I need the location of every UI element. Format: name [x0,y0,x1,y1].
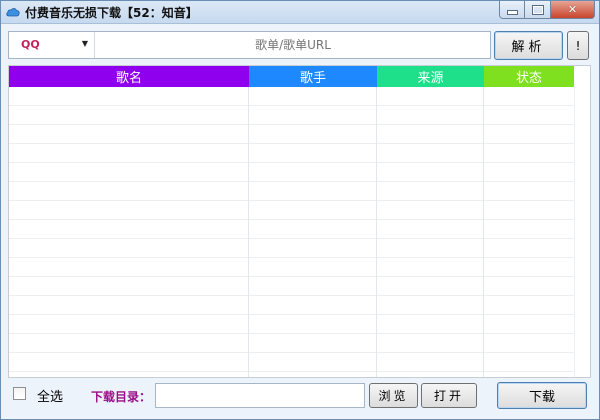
select-all-label[interactable]: 全选 [37,386,63,405]
maximize-button[interactable] [525,1,551,19]
download-button[interactable]: 下载 [497,382,587,409]
playlist-url-input[interactable] [96,32,490,58]
open-folder-button[interactable]: 打开 [421,383,477,408]
column-header-artist[interactable]: 歌手 [249,66,377,87]
source-select[interactable]: QQ ▼ [9,32,95,58]
browse-button[interactable]: 浏览 [369,383,418,408]
table-scroll-area [574,87,590,377]
maximize-icon [531,4,544,15]
close-button[interactable]: ✕ [551,1,595,19]
chevron-down-icon: ▼ [81,39,88,48]
select-all-checkbox[interactable] [13,387,26,400]
minimize-button[interactable] [499,1,525,19]
download-dir-label: 下载目录： [91,390,152,404]
column-header-source[interactable]: 来源 [377,66,484,87]
close-icon: ✕ [567,3,578,16]
window-title: 付费音乐无损下载【52：知音】 [25,6,198,20]
cloud-icon [6,8,20,17]
app-window: 付费音乐无损下载【52：知音】 ✕ QQ ▼ 解析 ! 歌名 歌手 来源 状态 … [0,0,600,420]
table-header: 歌名 歌手 来源 状态 [9,66,574,87]
download-dir-input[interactable] [155,383,365,408]
url-bar: QQ ▼ [8,31,491,59]
minimize-icon [506,10,518,15]
title-bar[interactable]: 付费音乐无损下载【52：知音】 ✕ [1,1,599,24]
table-body[interactable] [9,87,575,377]
window-controls: ✕ [499,1,595,20]
column-header-title[interactable]: 歌名 [9,66,249,87]
parse-button[interactable]: 解析 [494,31,563,60]
column-header-status[interactable]: 状态 [484,66,574,87]
info-button[interactable]: ! [567,31,589,60]
source-select-value: QQ [21,38,40,51]
song-table: 歌名 歌手 来源 状态 [8,65,591,378]
